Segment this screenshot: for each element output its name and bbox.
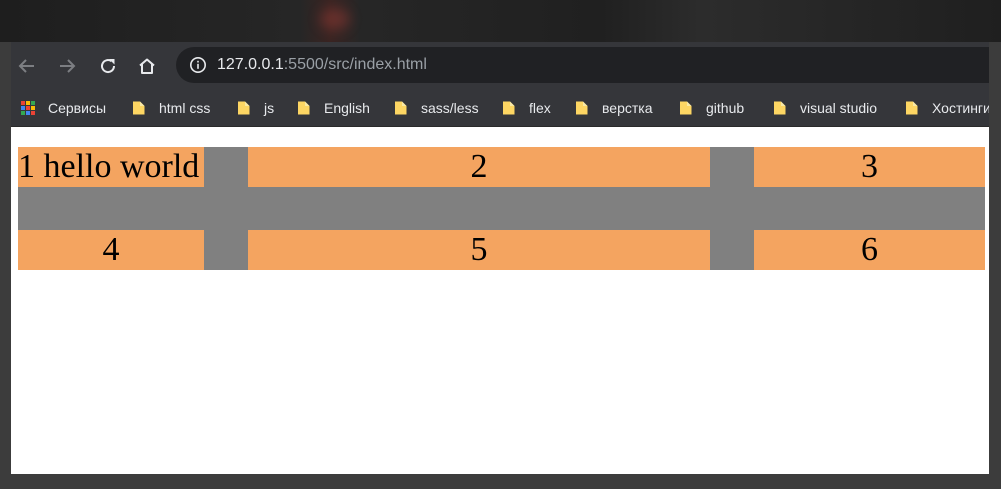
folder-icon xyxy=(774,101,786,115)
info-icon[interactable] xyxy=(189,56,207,74)
folder-icon xyxy=(503,101,515,115)
bookmark-label: visual studio xyxy=(800,100,878,116)
bookmark-label: Хостинги xyxy=(932,100,989,116)
bookmark-folder-flex[interactable]: flex xyxy=(501,98,551,118)
forward-arrow-icon xyxy=(60,59,76,73)
bookmark-label: Сервисы xyxy=(48,100,107,116)
back-arrow-icon xyxy=(18,59,34,73)
bookmark-label: верстка xyxy=(602,100,653,116)
address-bar[interactable]: 127.0.0.1:5500/src/index.html xyxy=(176,47,989,83)
bookmarks-bar: Сервисы html css js English sass/less fl… xyxy=(11,89,989,127)
folder-icon xyxy=(298,101,310,115)
bookmark-services[interactable]: Сервисы xyxy=(20,98,106,118)
back-button[interactable] xyxy=(13,52,41,80)
bookmark-label: sass/less xyxy=(421,100,479,116)
home-button[interactable] xyxy=(133,52,161,80)
grid-item-6: 6 xyxy=(754,230,985,270)
grid-item-1: 1 hello world xyxy=(18,147,204,187)
window-title-strip xyxy=(0,0,1001,42)
apps-grid-icon xyxy=(21,101,35,115)
bookmark-folder-js[interactable]: js xyxy=(236,98,274,118)
bookmark-label: js xyxy=(264,100,275,116)
folder-icon xyxy=(395,101,407,115)
folder-icon xyxy=(576,101,588,115)
bookmark-folder-sass-less[interactable]: sass/less xyxy=(393,98,479,118)
bookmark-label: github xyxy=(706,100,745,116)
bookmark-folder-english[interactable]: English xyxy=(296,98,370,118)
reload-icon xyxy=(101,59,116,74)
bookmark-folder-html-css[interactable]: html css xyxy=(131,98,210,118)
bookmark-label: English xyxy=(324,100,370,116)
reload-button[interactable] xyxy=(94,52,122,80)
home-icon xyxy=(139,58,155,74)
url-path: :5500/src/index.html xyxy=(283,56,427,73)
browser-window: 127.0.0.1:5500/src/index.html Сервисы ht… xyxy=(11,42,989,474)
bookmark-label: flex xyxy=(529,100,551,116)
grid-item-5: 5 xyxy=(248,230,710,270)
bookmark-folder-verstka[interactable]: верстка xyxy=(574,98,652,118)
grid-item-4: 4 xyxy=(18,230,204,270)
bookmark-folder-github[interactable]: github xyxy=(678,98,744,118)
folder-icon xyxy=(906,101,918,115)
grid-item-3: 3 xyxy=(754,147,985,187)
folder-icon xyxy=(238,101,250,115)
bookmark-label: html css xyxy=(159,100,211,116)
url-text[interactable]: 127.0.0.1:5500/src/index.html xyxy=(217,56,427,74)
folder-icon xyxy=(680,101,692,115)
bookmark-folder-hosting[interactable]: Хостинги xyxy=(904,98,989,118)
forward-button[interactable] xyxy=(53,52,81,80)
grid-item-2: 2 xyxy=(248,147,710,187)
bookmark-folder-visual-studio[interactable]: visual studio xyxy=(772,98,877,118)
page-viewport: 1 hello world 2 3 4 5 6 xyxy=(11,127,989,474)
grid-container: 1 hello world 2 3 4 5 6 xyxy=(18,147,985,270)
blurred-tab-icon xyxy=(320,8,350,30)
url-host: 127.0.0.1 xyxy=(217,56,284,73)
browser-toolbar: 127.0.0.1:5500/src/index.html xyxy=(11,42,989,89)
folder-icon xyxy=(133,101,145,115)
